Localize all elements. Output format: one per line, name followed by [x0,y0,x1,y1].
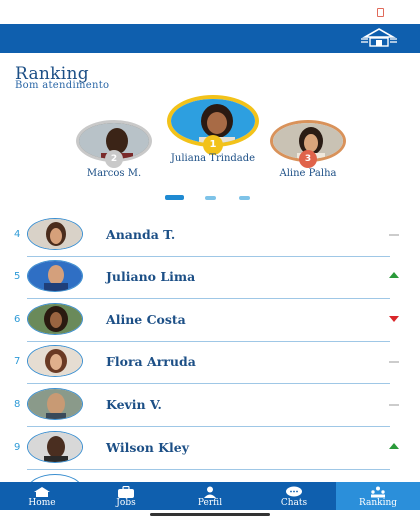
user-icon [204,486,216,498]
trend-neutral-icon [389,234,399,236]
nav-home[interactable]: Home [0,482,84,510]
home-indicator[interactable] [150,513,270,516]
silver-medal-icon: 2 [105,150,123,168]
avatar [27,345,83,377]
nav-ranking[interactable]: Ranking [336,482,420,510]
rank-name: Kevin V. [106,397,162,412]
home-icon [34,487,50,497]
avatar [27,260,83,292]
house-logo-icon[interactable] [360,27,398,49]
podium-name: Marcos M. [86,168,142,179]
chat-icon [286,486,302,497]
rank-number: 9 [14,442,21,453]
avatar [27,474,83,482]
trend-up-icon [389,443,399,449]
avatar [27,218,83,250]
nav-perfil[interactable]: Perfil [168,482,252,510]
page-indicator [0,195,420,201]
list-item[interactable]: 9 Wilson Kley [0,427,420,470]
trend-neutral-icon [389,404,399,406]
avatar [27,303,83,335]
trend-up-icon [389,272,399,278]
podium-first[interactable]: 1 Juliana Trindade [155,95,271,164]
battery-icon [377,8,384,17]
avatar [27,388,83,420]
page-dot[interactable] [239,196,250,200]
podium-name: Juliana Trindade [170,153,256,164]
podium-third[interactable]: 3 Aline Palha [266,120,350,179]
ranking-icon [371,486,385,498]
status-bar [0,0,420,24]
rank-number: 4 [14,229,21,240]
trend-down-icon [389,316,399,322]
rank-number: 5 [14,271,21,282]
page-dot[interactable] [165,195,184,200]
bronze-medal-icon: 3 [299,150,317,168]
rank-number: 8 [14,399,21,410]
list-item[interactable]: 7 Flora Arruda [0,341,420,384]
nav-chats[interactable]: Chats [252,482,336,510]
list-item[interactable] [0,470,420,482]
system-gesture-bar [0,510,420,520]
gold-medal-icon: 1 [203,135,223,155]
avatar [27,431,83,463]
podium-name: Aline Palha [279,168,337,179]
trend-neutral-icon [389,361,399,363]
rank-name: Ananda T. [106,227,176,242]
page-dot[interactable] [205,196,216,200]
podium-second[interactable]: 2 Marcos M. [72,120,156,179]
rank-name: Juliano Lima [106,269,196,284]
rank-name: Flora Arruda [106,354,196,369]
rank-number: 6 [14,314,21,325]
app-header [0,24,420,53]
briefcase-icon [118,486,134,498]
list-item[interactable]: 8 Kevin V. [0,384,420,427]
rank-number: 7 [14,356,21,367]
bottom-nav: Home Jobs Perfil Chats Ranking [0,482,420,510]
list-item[interactable]: 6 Aline Costa [0,299,420,342]
rank-name: Aline Costa [106,312,186,327]
nav-jobs[interactable]: Jobs [84,482,168,510]
list-item[interactable]: 5 Juliano Lima [0,256,420,299]
list-item[interactable]: 4 Ananda T. [0,214,420,257]
page-subtitle: Bom atendimento [15,80,110,91]
rank-name: Wilson Kley [106,440,189,455]
ranking-list[interactable]: 4 Ananda T. 5 Juliano Lima 6 Aline Costa… [0,214,420,482]
